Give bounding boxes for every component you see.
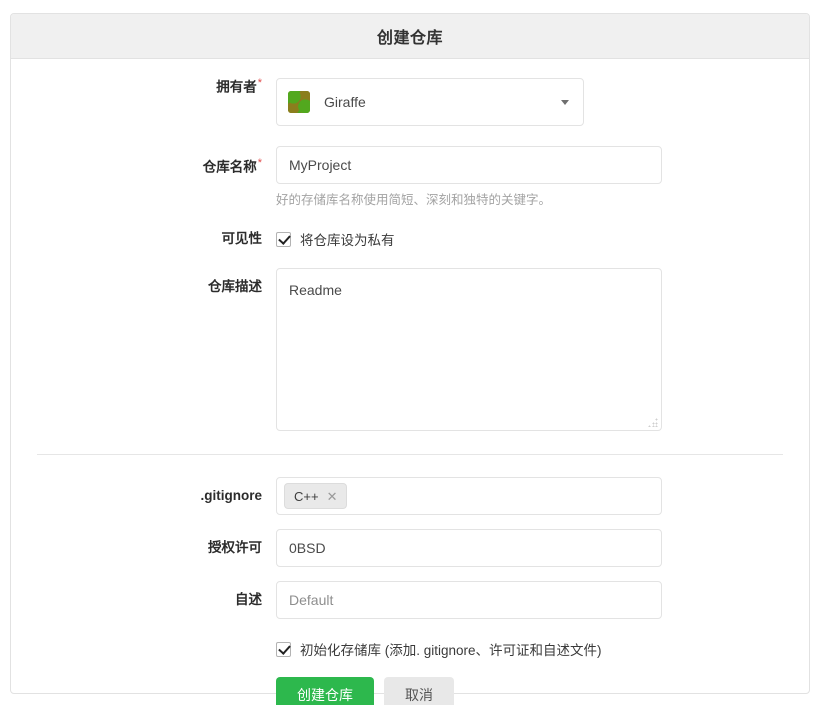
private-repo-checkbox[interactable] (276, 231, 291, 247)
license-input[interactable]: 0BSD (276, 529, 662, 567)
screen: 创建仓库 拥有者* Giraffe 仓库名称* MyProject 好的存储库名… (0, 0, 821, 705)
initialize-row: 初始化存储库 (添加. gitignore、许可证和自述文件) (11, 638, 809, 660)
gitignore-label: .gitignore (200, 488, 263, 503)
actions-row: 创建仓库 取消 (11, 677, 809, 705)
button-group: 创建仓库 取消 (276, 677, 809, 705)
readme-input[interactable]: Default (276, 581, 662, 619)
license-row: 授权许可 0BSD (11, 529, 809, 567)
visibility-checkbox-row[interactable]: 将仓库设为私有 (276, 228, 809, 250)
avatar (288, 91, 310, 113)
actions-field-col: 创建仓库 取消 (276, 677, 809, 705)
initialize-repo-checkbox-label: 初始化存储库 (添加. gitignore、许可证和自述文件) (300, 643, 602, 658)
repo-name-row: 仓库名称* MyProject 好的存储库名称使用简短、深刻和独特的关键字。 (11, 146, 809, 208)
gitignore-tag-label: C++ (294, 488, 319, 504)
card-body: 拥有者* Giraffe 仓库名称* MyProject 好的存储库名称使用简短… (11, 78, 809, 705)
initialize-field-col: 初始化存储库 (添加. gitignore、许可证和自述文件) (276, 638, 809, 660)
repo-name-help-text: 好的存储库名称使用简短、深刻和独特的关键字。 (276, 193, 552, 207)
readme-label: 自述 (235, 592, 262, 607)
create-repository-card: 创建仓库 拥有者* Giraffe 仓库名称* MyProject 好的存储库名… (10, 13, 810, 705)
description-label: 仓库描述 (208, 279, 262, 294)
page-title: 创建仓库 (376, 30, 443, 47)
resize-handle-icon[interactable] (648, 417, 658, 427)
repo-name-required-asterisk: * (257, 157, 262, 169)
initialize-repo-checkbox[interactable] (276, 641, 291, 657)
private-repo-checkbox-label: 将仓库设为私有 (300, 233, 395, 248)
description-textarea[interactable]: Readme (276, 268, 662, 431)
section-divider (37, 454, 783, 455)
chevron-down-icon (561, 100, 569, 105)
owner-label-col: 拥有者* (11, 78, 276, 94)
description-textarea-value: Readme (289, 282, 342, 298)
description-field-col: Readme (276, 268, 809, 431)
gitignore-row: .gitignore C++ ✕ (11, 477, 809, 515)
card-header: 创建仓库 (11, 14, 809, 59)
create-repository-button[interactable]: 创建仓库 (276, 677, 374, 705)
readme-label-col: 自述 (11, 581, 276, 607)
repo-name-label-col: 仓库名称* (11, 146, 276, 174)
close-icon[interactable]: ✕ (327, 490, 338, 503)
description-row: 仓库描述 Readme (11, 268, 809, 431)
repo-name-field-col: MyProject 好的存储库名称使用简短、深刻和独特的关键字。 (276, 146, 809, 208)
visibility-field-col: 将仓库设为私有 (276, 228, 809, 250)
readme-field-col: Default (276, 581, 809, 619)
owner-label: 拥有者 (216, 79, 257, 95)
owner-field-col: Giraffe (276, 78, 809, 126)
owner-select[interactable]: Giraffe (276, 78, 584, 126)
repo-name-input[interactable]: MyProject (276, 146, 662, 184)
visibility-label: 可见性 (221, 231, 263, 246)
license-label: 授权许可 (208, 540, 262, 555)
owner-required-asterisk: * (257, 77, 262, 89)
visibility-label-col: 可见性 (11, 228, 276, 246)
gitignore-label-col: .gitignore (11, 477, 276, 503)
gitignore-tag-input[interactable]: C++ ✕ (276, 477, 662, 515)
gitignore-field-col: C++ ✕ (276, 477, 809, 515)
owner-selected-value: Giraffe (324, 94, 366, 110)
repo-name-label: 仓库名称 (202, 159, 257, 175)
owner-row: 拥有者* Giraffe (11, 78, 809, 126)
license-label-col: 授权许可 (11, 529, 276, 555)
visibility-row: 可见性 将仓库设为私有 (11, 228, 809, 250)
readme-row: 自述 Default (11, 581, 809, 619)
license-field-col: 0BSD (276, 529, 809, 567)
initialize-checkbox-row[interactable]: 初始化存储库 (添加. gitignore、许可证和自述文件) (276, 638, 809, 660)
description-label-col: 仓库描述 (11, 268, 276, 294)
cancel-button[interactable]: 取消 (384, 677, 454, 705)
gitignore-tag[interactable]: C++ ✕ (284, 483, 348, 509)
